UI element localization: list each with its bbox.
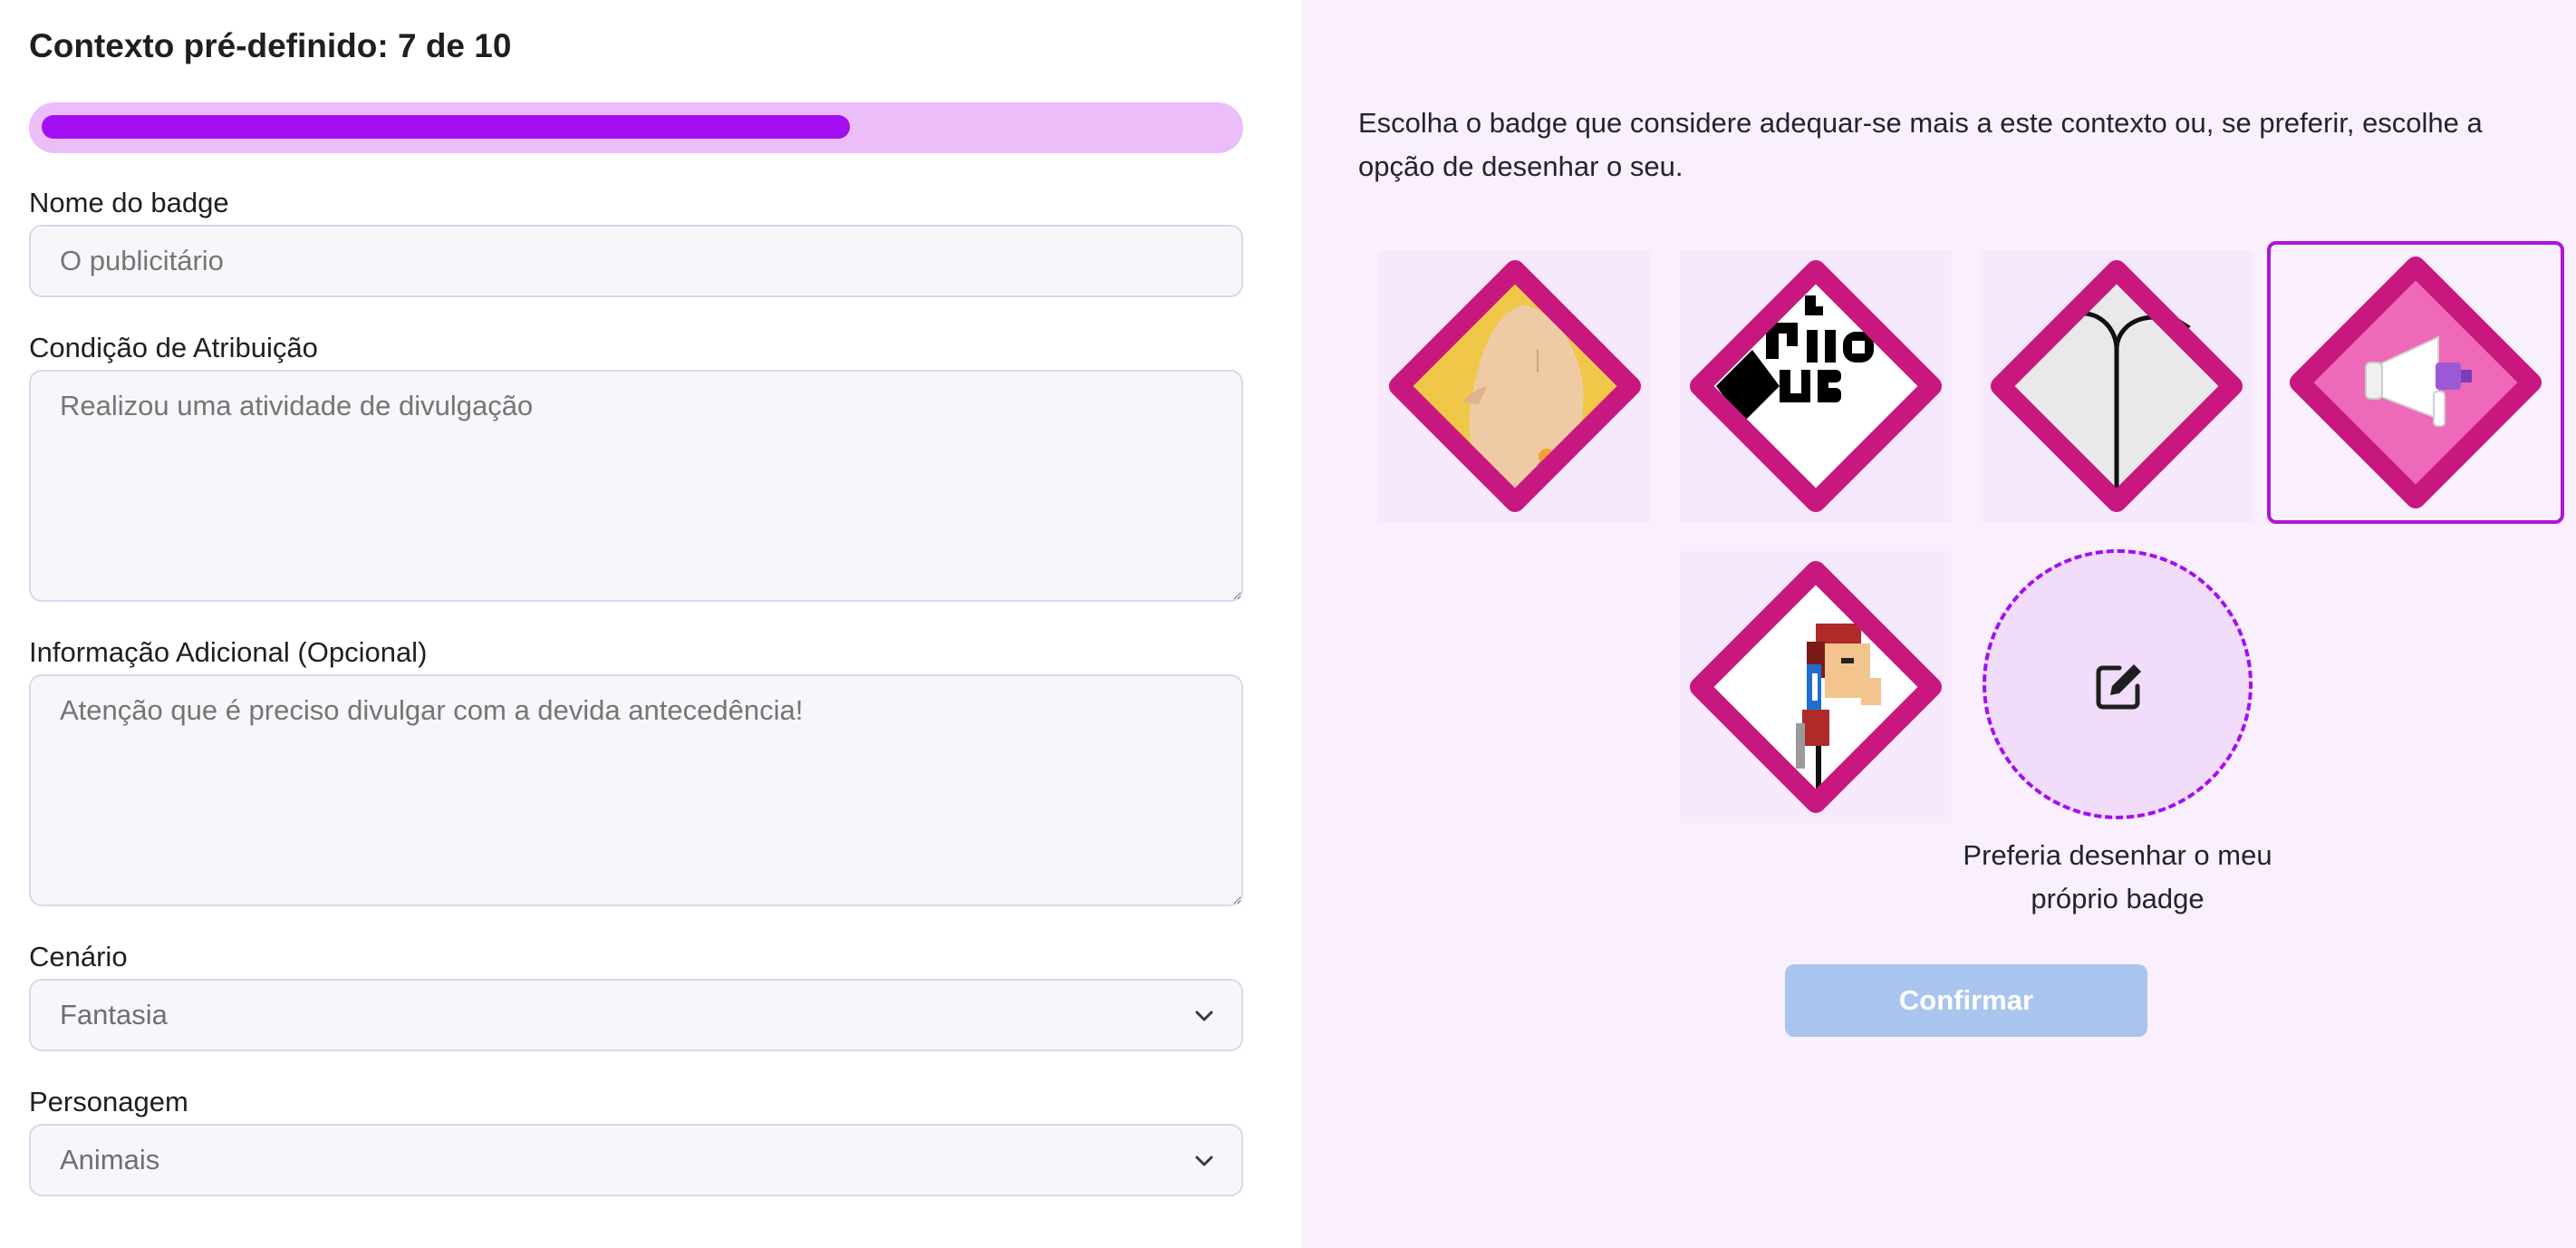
- scenario-selected-value: Fantasia: [60, 999, 168, 1030]
- badge-option-2[interactable]: [1680, 250, 1952, 522]
- progress-bar-fill: [42, 115, 850, 139]
- confirm-button[interactable]: Confirmar: [1785, 964, 2147, 1037]
- text-collage-badge-icon: [1690, 260, 1942, 512]
- chevron-down-icon: [1195, 1011, 1213, 1021]
- badge-option-5[interactable]: [1680, 551, 1952, 823]
- instructions-text: Escolha o badge que considere adequar-se…: [1358, 107, 2483, 182]
- pixel-character-badge-icon: [1690, 561, 1942, 813]
- badge-name-label: Nome do badge: [29, 187, 229, 218]
- page-title: Contexto pré-definido: 7 de 10: [29, 27, 512, 64]
- form-panel: Contexto pré-definido: 7 de 10 Nome do b…: [0, 0, 1301, 1248]
- badge-option-3[interactable]: [1981, 250, 2253, 522]
- megaphone-badge-icon: [2290, 256, 2542, 508]
- condition-label: Condição de Atribuição: [29, 332, 318, 363]
- scenario-label: Cenário: [29, 941, 128, 972]
- condition-textarea[interactable]: [29, 370, 1243, 602]
- edit-icon: [2096, 664, 2141, 710]
- badge-option-1[interactable]: [1379, 250, 1651, 522]
- character-label: Personagem: [29, 1086, 188, 1117]
- character-select[interactable]: Animais: [29, 1124, 1243, 1196]
- badge-name-input[interactable]: [29, 225, 1243, 297]
- draw-own-badge-option[interactable]: [1983, 549, 2253, 819]
- chevron-down-icon: [1195, 1156, 1213, 1166]
- scenario-select[interactable]: Fantasia: [29, 979, 1243, 1051]
- character-selected-value: Animais: [60, 1144, 160, 1175]
- draw-own-badge-label: Preferia desenhar o meu próprio badge: [1963, 839, 2272, 914]
- lamp-post-badge-icon: [1991, 260, 2243, 512]
- hand-badge-icon: [1389, 260, 1641, 512]
- extra-info-textarea[interactable]: [29, 674, 1243, 906]
- badge-option-4[interactable]: [2267, 241, 2564, 524]
- progress-bar: [29, 102, 1243, 153]
- extra-info-label: Informação Adicional (Opcional): [29, 636, 428, 668]
